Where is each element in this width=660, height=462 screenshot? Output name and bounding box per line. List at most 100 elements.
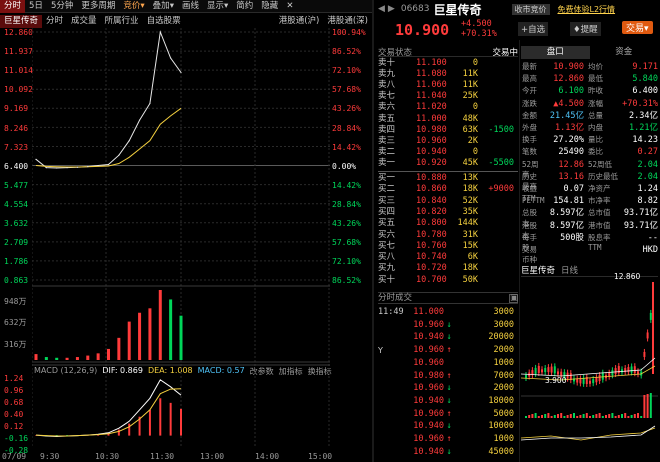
kline-volume-bar — [550, 416, 553, 418]
subtab-watchlist[interactable]: 自选股票 — [143, 15, 185, 28]
tab-auction[interactable]: 竞价▾ — [119, 0, 148, 13]
sell-order-row[interactable]: 卖五 11.000 48K — [378, 114, 518, 124]
stat-value: 2.04 — [637, 159, 658, 170]
macd-tick: -0.16 — [4, 434, 29, 443]
trade-row: 10.960 ↑ 2000 — [378, 345, 516, 355]
stat-row: 历史最高 13.16 历史最低 2.04 — [522, 172, 660, 191]
buy-order-row[interactable]: 买七 10.760 15K — [378, 240, 518, 251]
price-tick-left: 10.092 — [4, 85, 33, 95]
stat-key: 净资产 — [588, 184, 611, 193]
stat-row: 52周高 12.86 52周低 2.04 — [522, 159, 660, 179]
tab-overlay[interactable]: 叠加▾ — [149, 0, 178, 13]
alert-button[interactable]: ♦提醒 — [570, 22, 601, 36]
buy-order-row[interactable]: 买六 10.780 31K — [378, 230, 518, 240]
tab-orderbook[interactable]: 盘口 — [521, 46, 590, 59]
subtab-connect-sh[interactable]: 港股通(沪) — [275, 15, 324, 28]
sell-order-row[interactable]: 卖十 11.100 0 — [378, 58, 518, 68]
tab-more-periods[interactable]: 更多周期 — [77, 0, 119, 13]
daily-kline-chart[interactable] — [521, 278, 658, 462]
price-point — [118, 154, 120, 156]
price-point — [138, 119, 141, 121]
sell-change — [478, 59, 514, 68]
tab-hide[interactable]: 隐藏 — [257, 0, 282, 13]
trade-row: 10.960 ↑ 5000 — [378, 409, 516, 419]
price-tick-left: 9.169 — [4, 104, 29, 114]
tab-display[interactable]: 显示▾ — [203, 0, 232, 13]
trade-row: 10.940 ↓ 20000 — [378, 332, 516, 342]
subtab-connect-sz[interactable]: 港股通(深) — [323, 15, 372, 28]
price-tick-right: 43.26% — [332, 104, 361, 114]
sell-change — [478, 92, 514, 101]
trade-label: 交易 — [626, 24, 645, 34]
kline-volume-bar — [627, 416, 630, 418]
tab-draw-line[interactable]: 画线 — [178, 0, 203, 13]
price-point — [87, 165, 89, 168]
free-l2-link[interactable]: 免费体验L2行情 — [558, 4, 616, 15]
buy-order-row[interactable]: 买八 10.740 6K — [378, 252, 518, 262]
add-watchlist-button[interactable]: +自选 — [518, 22, 549, 36]
stat-key: 金额 — [522, 110, 537, 120]
intraday-chart[interactable] — [32, 28, 330, 448]
subtab-stock-name[interactable]: 巨星传奇 — [0, 15, 43, 28]
stat-key: 52周高 — [522, 159, 539, 179]
forward-icon[interactable]: ▶ — [388, 4, 395, 14]
kline-volume-bar — [547, 413, 550, 418]
delayed-quote-badge[interactable]: 收市竞价 — [511, 3, 550, 15]
volume-bar — [117, 337, 121, 360]
sell-order-row[interactable]: 卖一 10.920 45K -5500 — [378, 158, 518, 168]
sell-order-row[interactable]: 卖四 10.980 63K -1500 — [378, 125, 518, 135]
buy-order-row[interactable]: 买十 10.700 50K — [378, 275, 518, 285]
price-point — [66, 167, 68, 169]
sell-order-row[interactable]: 卖六 11.020 0 — [378, 102, 518, 112]
tab-intraday[interactable]: 分时 — [0, 0, 26, 13]
trades-title: 分时成交 — [378, 293, 413, 303]
tab-simple[interactable]: 简约 — [232, 0, 257, 13]
stat-key: 内盘 — [588, 123, 603, 132]
kline-volume-bar — [646, 394, 649, 418]
kline-candle — [592, 379, 595, 384]
expand-icon[interactable]: ▣ — [509, 294, 518, 303]
stat-value: 21.45亿 — [549, 110, 584, 121]
stat-value: ▲4.500 — [553, 98, 584, 109]
subtab-intraday[interactable]: 分时 — [42, 15, 67, 28]
volume-tick: 948万 — [4, 297, 27, 306]
sell-order-row[interactable]: 卖九 11.080 11K — [378, 69, 518, 79]
tab-5min[interactable]: 5分钟 — [47, 0, 77, 13]
close-icon[interactable]: ✕ — [282, 0, 297, 13]
trade-price: 10.960 — [413, 357, 444, 368]
buy-order-row[interactable]: 买三 10.840 52K — [378, 196, 518, 206]
kline-candle — [595, 377, 598, 383]
sell-volume: 25K — [462, 91, 478, 102]
sell-order-row[interactable]: 卖二 10.940 0 — [378, 147, 518, 157]
tab-fund-flow[interactable]: 资金 — [590, 46, 659, 59]
stat-value: 1.24 — [637, 184, 658, 194]
buy-order-row[interactable]: 买五 10.800 144K — [378, 218, 518, 229]
sell-order-row[interactable]: 卖七 11.040 25K — [378, 91, 518, 102]
stat-key: 最高 — [522, 74, 537, 84]
kline-volume-bar — [630, 415, 633, 418]
sell-price: 10.960 — [416, 135, 447, 146]
back-icon[interactable]: ◀ — [378, 4, 385, 14]
stat-row: 最高 12.860 最低 5.840 — [522, 74, 660, 84]
sell-order-row[interactable]: 卖八 11.060 11K — [378, 80, 518, 90]
buy-order-row[interactable]: 买四 10.820 35K — [378, 206, 518, 217]
buy-volume: 35K — [462, 206, 478, 217]
buy-volume: 144K — [457, 218, 478, 229]
stat-key: 今开 — [522, 86, 537, 96]
kline-candle — [537, 365, 540, 373]
tab-5day[interactable]: 5日 — [25, 0, 47, 13]
buy-volume: 15K — [462, 240, 478, 251]
stat-value: 25490 — [558, 147, 584, 158]
price-change: +4.500 — [461, 19, 492, 29]
trade-button[interactable]: 交易▾ — [622, 21, 653, 34]
buy-order-row[interactable]: 买二 10.860 18K +9000 — [378, 184, 518, 194]
mini-chart-period[interactable]: 日线 — [561, 265, 578, 276]
sell-order-row[interactable]: 卖三 10.960 2K — [378, 135, 518, 146]
buy-order-row[interactable]: 买一 10.880 13K — [378, 173, 518, 183]
buy-order-row[interactable]: 买九 10.720 18K — [378, 263, 518, 273]
time-tick: 14:00 — [255, 452, 280, 461]
trade-price: 10.960 — [413, 434, 444, 444]
subtab-volume[interactable]: 成交量 — [67, 15, 101, 28]
subtab-industry[interactable]: 所属行业 — [101, 15, 143, 28]
arrow-up-icon: ↑ — [446, 370, 452, 381]
